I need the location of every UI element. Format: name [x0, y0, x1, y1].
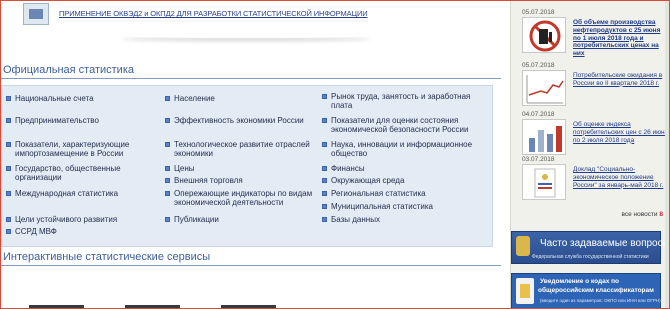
news-date: 03.07.2018	[522, 156, 555, 163]
bullet-square-icon	[322, 118, 327, 123]
bullet-square-icon	[322, 94, 327, 99]
fuel-pump-icon[interactable]	[522, 17, 566, 53]
bullet-square-icon	[322, 142, 327, 147]
stat-link-population[interactable]: Население	[165, 94, 320, 103]
bullet-square-icon	[6, 166, 11, 171]
bullet-square-icon	[6, 142, 11, 147]
service-tile[interactable]	[221, 305, 276, 308]
stat-link-international[interactable]: Международная статистика	[6, 189, 156, 198]
classifier-codes-banner[interactable]: Уведомление о кодах по общероссийским кл…	[511, 273, 661, 308]
page-frame: ПРИМЕНЕНИЕ ОКВЭД2 и ОКПД2 ДЛЯ РАЗРАБОТКИ…	[0, 0, 670, 309]
news-date: 05.07.2018	[522, 62, 555, 69]
stat-link-government[interactable]: Государство, общественные организации	[6, 164, 156, 182]
interactive-services-title: Интерактивные статистические сервисы	[3, 251, 211, 263]
section-divider	[1, 265, 501, 266]
all-news-count: 8	[659, 211, 663, 218]
stat-link-tech-development[interactable]: Технологическое развитие отраслей эконом…	[165, 140, 320, 158]
faq-subtitle: Федеральная служба государственной стати…	[532, 254, 649, 260]
stat-link-labour-market[interactable]: Рынок труда, занятость и заработная плат…	[322, 92, 487, 110]
page-scroll-edge	[665, 1, 669, 308]
stat-link-foreign-trade[interactable]: Внешняя торговля	[165, 176, 320, 185]
stat-link-prices[interactable]: Цены	[165, 164, 320, 173]
stat-link-economic-efficiency[interactable]: Эффективность экономики России	[165, 116, 320, 125]
bullet-square-icon	[322, 217, 327, 222]
bullet-square-icon	[322, 204, 327, 209]
okved-banner-line3: (введите один из параметров: ОКПО или ИН…	[540, 298, 661, 303]
stat-link-national-accounts[interactable]: Национальные счета	[6, 94, 156, 103]
bullet-square-icon	[165, 217, 170, 222]
news-title-link[interactable]: Потребительские ожидания в России во II …	[573, 72, 669, 88]
official-stats-title: Официальная статистика	[3, 64, 134, 76]
stat-link-regional[interactable]: Региональная статистика	[322, 189, 487, 198]
stat-link-publications[interactable]: Публикации	[165, 215, 320, 224]
emblem-icon	[516, 236, 530, 256]
faq-title: Часто задаваемые вопросы	[540, 238, 670, 249]
stat-link-municipal[interactable]: Муниципальная статистика	[322, 202, 487, 211]
news-date: 05.07.2018	[522, 9, 555, 16]
bullet-square-icon	[165, 96, 170, 101]
stat-link-import-substitution[interactable]: Показатели, характеризующие импортозамещ…	[6, 140, 156, 158]
news-title-link[interactable]: Об объеме производства нефтепродуктов с …	[573, 19, 669, 58]
banner-thumbnail[interactable]	[23, 3, 49, 25]
stat-link-sdg[interactable]: Цели устойчивого развития	[6, 215, 156, 224]
bullet-square-icon	[6, 217, 11, 222]
bullet-square-icon	[322, 191, 327, 196]
okved-banner-line1: Уведомление о кодах по	[540, 278, 620, 285]
document-icon	[516, 278, 534, 304]
report-cover-icon[interactable]	[522, 164, 566, 200]
bullet-square-icon	[6, 191, 11, 196]
bullet-square-icon	[6, 229, 11, 234]
bar-chart-icon[interactable]	[522, 119, 566, 155]
all-news-link[interactable]: все новости 8	[513, 211, 663, 218]
stat-link-finance[interactable]: Финансы	[322, 164, 487, 173]
top-banner: ПРИМЕНЕНИЕ ОКВЭД2 и ОКПД2 ДЛЯ РАЗРАБОТКИ…	[1, 1, 501, 41]
news-title-link[interactable]: Об оценке индекса потребительских цен с …	[573, 121, 669, 144]
bullet-square-icon	[165, 166, 170, 171]
section-divider	[1, 78, 501, 79]
official-stats-panel: Национальные счета Предпринимательство П…	[1, 85, 493, 247]
bullet-square-icon	[165, 178, 170, 183]
stat-link-science-innovation[interactable]: Наука, инновации и информационное общест…	[322, 140, 487, 158]
service-tile[interactable]	[125, 305, 180, 308]
bullet-square-icon	[165, 118, 170, 123]
banner-shadow	[121, 34, 371, 38]
stat-link-entrepreneurship[interactable]: Предпринимательство	[6, 116, 156, 125]
stat-link-environment[interactable]: Окружающая среда	[322, 176, 487, 185]
stat-link-leading-indicators[interactable]: Опережающие индикаторы по видам экономич…	[165, 189, 320, 207]
stat-link-databases[interactable]: Базы данных	[322, 215, 487, 224]
okved-banner-line2: общероссийским классификаторам	[538, 287, 654, 294]
bullet-square-icon	[165, 142, 170, 147]
news-date: 04.07.2018	[522, 111, 555, 118]
stat-link-economic-security[interactable]: Показатели для оценки состояния экономич…	[322, 116, 487, 134]
faq-banner[interactable]: Часто задаваемые вопросы Федеральная слу…	[511, 231, 669, 264]
news-item: 05.07.2018 Об объеме производства нефтеп…	[516, 9, 668, 67]
news-title-link[interactable]: Доклад "Социально-экономическое положени…	[573, 166, 669, 189]
stat-link-sdds-imf[interactable]: ССРД МВФ	[6, 227, 156, 236]
all-news-label: все новости	[621, 211, 658, 218]
bullet-square-icon	[322, 178, 327, 183]
bullet-square-icon	[6, 96, 11, 101]
line-chart-icon[interactable]	[522, 70, 566, 106]
bullet-square-icon	[322, 166, 327, 171]
bullet-square-icon	[165, 191, 170, 196]
news-item: 03.07.2018 Доклад "Социально-экономическ…	[516, 156, 668, 214]
bullet-square-icon	[6, 118, 11, 123]
service-tile[interactable]	[29, 305, 84, 308]
okved-okpd-link[interactable]: ПРИМЕНЕНИЕ ОКВЭД2 и ОКПД2 ДЛЯ РАЗРАБОТКИ…	[59, 9, 368, 18]
